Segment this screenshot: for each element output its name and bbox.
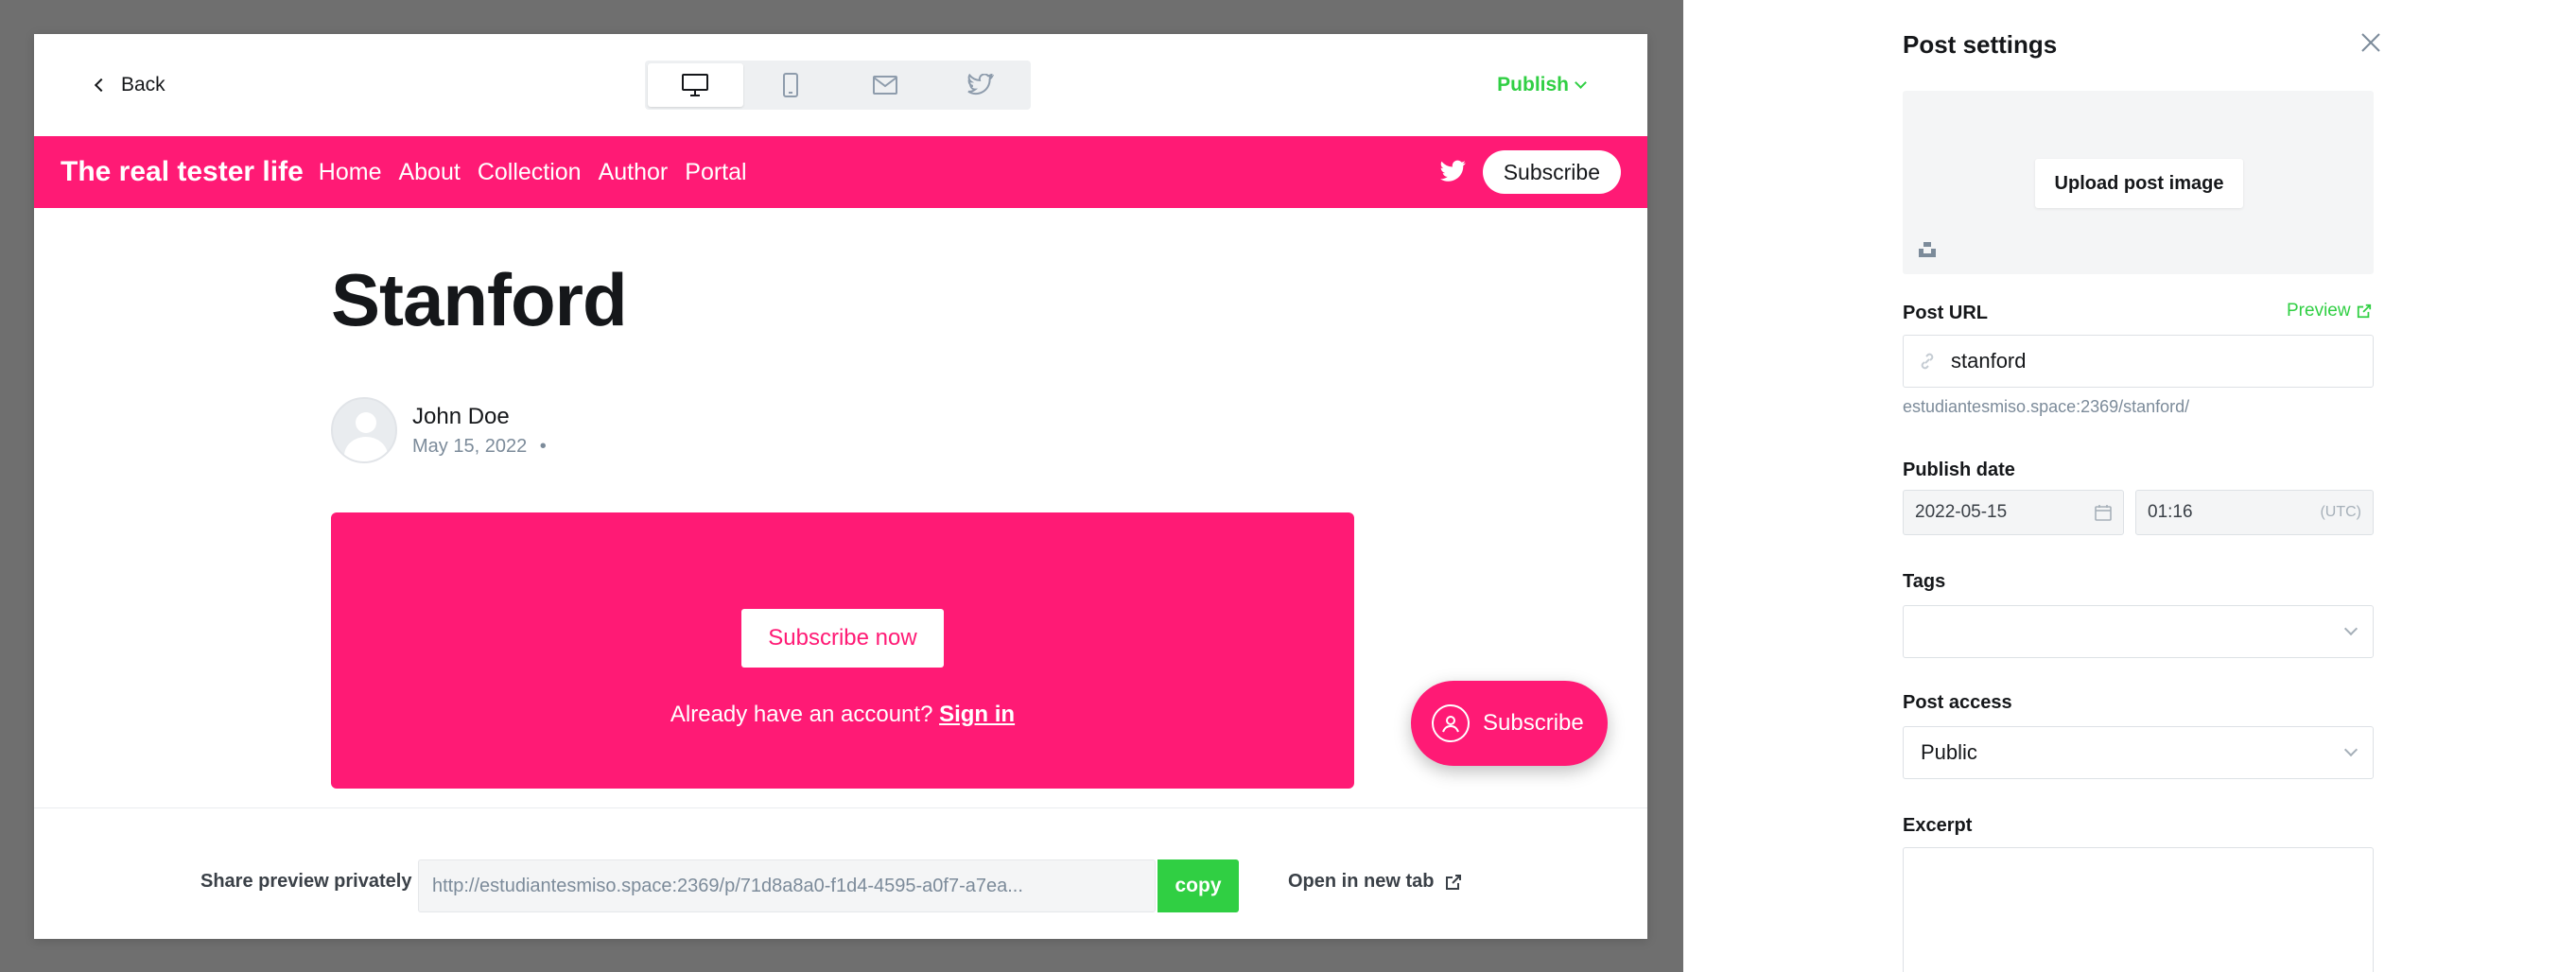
signin-prefix: Already have an account? — [670, 702, 933, 727]
open-new-tab-label: Open in new tab — [1288, 871, 1435, 892]
publish-button[interactable]: Publish — [1497, 68, 1587, 102]
publish-label: Publish — [1497, 74, 1569, 95]
external-link-icon — [2357, 304, 2371, 319]
share-preview-label: Share preview privately — [200, 871, 412, 892]
device-email-tab[interactable] — [838, 63, 933, 107]
chevron-down-icon — [1575, 77, 1587, 89]
twitter-icon — [967, 74, 994, 95]
tags-select[interactable] — [1903, 605, 2374, 658]
post-date-text: May 15, 2022 — [412, 435, 528, 457]
device-twitter-tab[interactable] — [933, 63, 1029, 107]
upload-post-image-button[interactable]: Upload post image — [2035, 159, 2243, 208]
preview-link[interactable]: Preview — [2287, 301, 2372, 321]
subscribe-cta-box: Subscribe now Already have an account? S… — [331, 512, 1354, 789]
back-label: Back — [121, 74, 165, 95]
post-image-dropzone[interactable]: Upload post image — [1903, 91, 2374, 274]
preview-header: Back Publish — [34, 34, 1647, 136]
publish-date-input[interactable]: 2022-05-15 — [1903, 490, 2124, 535]
share-preview-bar: Share preview privately http://estudiant… — [34, 807, 1647, 939]
subscribe-now-button[interactable]: Subscribe now — [741, 609, 944, 668]
post-access-label: Post access — [1903, 692, 2012, 713]
nav-portal[interactable]: Portal — [685, 159, 746, 186]
excerpt-textarea[interactable] — [1903, 847, 2374, 972]
calendar-icon[interactable] — [2095, 504, 2112, 521]
nav-home[interactable]: Home — [319, 159, 382, 186]
nav-subscribe-button[interactable]: Subscribe — [1482, 150, 1621, 194]
timezone-label: (UTC) — [2320, 504, 2361, 520]
post-article: Stanford John Doe May 15, 2022 • — [331, 208, 1362, 463]
chevron-left-icon — [94, 78, 109, 93]
desktop-icon — [682, 74, 709, 96]
device-mobile-tab[interactable] — [743, 63, 839, 107]
close-icon[interactable] — [2357, 28, 2385, 57]
share-url-field[interactable]: http://estudiantesmiso.space:2369/p/71d8… — [418, 859, 1156, 912]
post-url-input[interactable]: stanford — [1903, 335, 2374, 388]
nav-right: Subscribe — [1439, 150, 1621, 194]
signin-link[interactable]: Sign in — [939, 702, 1015, 727]
tags-label: Tags — [1903, 571, 1946, 592]
link-icon — [1921, 353, 1934, 370]
back-button[interactable]: Back — [94, 68, 165, 102]
author-name[interactable]: John Doe — [412, 404, 547, 430]
nav-collection[interactable]: Collection — [478, 159, 582, 186]
unsplash-icon[interactable] — [1918, 240, 1937, 259]
publish-date-label: Publish date — [1903, 460, 2015, 480]
device-switcher — [645, 61, 1031, 110]
twitter-icon[interactable] — [1439, 160, 1468, 184]
nav-about[interactable]: About — [398, 159, 460, 186]
time-value: 01:16 — [2148, 502, 2193, 522]
site-title[interactable]: The real tester life — [61, 156, 304, 188]
preview-link-label: Preview — [2287, 301, 2351, 321]
mobile-icon — [782, 73, 798, 97]
chevron-down-icon — [2343, 742, 2358, 757]
nav-author[interactable]: Author — [599, 159, 669, 186]
excerpt-label: Excerpt — [1903, 815, 1973, 836]
publish-time-input[interactable]: 01:16 (UTC) — [2135, 490, 2374, 535]
post-url-label: Post URL — [1903, 303, 1988, 323]
settings-title: Post settings — [1903, 30, 2058, 59]
post-access-select[interactable]: Public — [1903, 726, 2374, 779]
post-title: Stanford — [331, 258, 628, 341]
date-value: 2022-05-15 — [1915, 502, 2008, 522]
date-separator: • — [539, 435, 547, 457]
post-byline: John Doe May 15, 2022 • — [331, 397, 1362, 463]
post-access-value: Public — [1921, 740, 1977, 764]
floating-subscribe-button[interactable]: Subscribe — [1411, 681, 1608, 766]
signin-prompt: Already have an account? Sign in — [331, 702, 1354, 728]
external-link-icon — [1446, 874, 1462, 890]
chevron-down-icon — [2343, 621, 2358, 636]
site-navbar: The real tester life Home About Collecti… — [34, 136, 1647, 208]
email-icon — [873, 76, 898, 95]
floating-subscribe-label: Subscribe — [1483, 710, 1584, 736]
open-new-tab-link[interactable]: Open in new tab — [1288, 871, 1462, 893]
post-settings-panel: Post settings Upload post image Post URL… — [1683, 0, 2576, 972]
post-preview-modal: Back Publish The real tester life Home A… — [34, 34, 1647, 939]
post-url-value: stanford — [1951, 349, 2027, 373]
author-avatar[interactable] — [331, 397, 397, 463]
post-date: May 15, 2022 • — [412, 436, 547, 458]
user-icon — [1432, 704, 1470, 742]
copy-button[interactable]: copy — [1157, 859, 1239, 912]
device-desktop-tab[interactable] — [648, 63, 743, 107]
post-url-hint: estudiantesmiso.space:2369/stanford/ — [1903, 397, 2190, 416]
